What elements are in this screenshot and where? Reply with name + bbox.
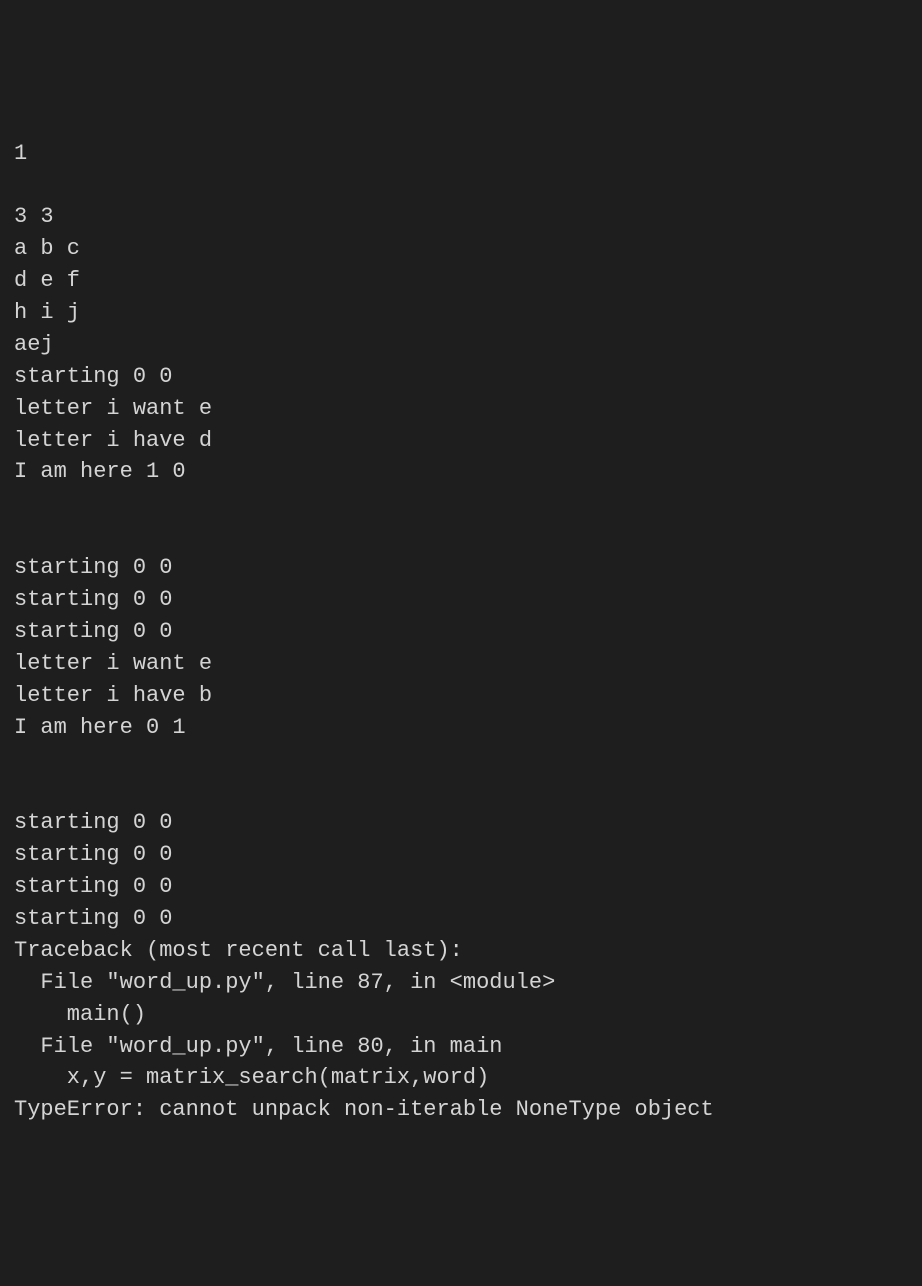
terminal-line: h i j xyxy=(14,297,908,329)
terminal-line: letter i have d xyxy=(14,425,908,457)
terminal-line: starting 0 0 xyxy=(14,584,908,616)
terminal-line: 1 xyxy=(14,138,908,170)
terminal-line xyxy=(14,169,908,201)
terminal-line: starting 0 0 xyxy=(14,361,908,393)
terminal-line: main() xyxy=(14,999,908,1031)
terminal-line xyxy=(14,488,908,520)
terminal-line: starting 0 0 xyxy=(14,807,908,839)
terminal-line xyxy=(14,775,908,807)
terminal-line: starting 0 0 xyxy=(14,616,908,648)
terminal-line xyxy=(14,743,908,775)
terminal-line: starting 0 0 xyxy=(14,903,908,935)
terminal-line xyxy=(14,520,908,552)
terminal-line: letter i want e xyxy=(14,393,908,425)
terminal-line: File "word_up.py", line 87, in <module> xyxy=(14,967,908,999)
terminal-line: starting 0 0 xyxy=(14,552,908,584)
terminal-line: Traceback (most recent call last): xyxy=(14,935,908,967)
terminal-line: letter i want e xyxy=(14,648,908,680)
terminal-line: File "word_up.py", line 80, in main xyxy=(14,1031,908,1063)
terminal-line: starting 0 0 xyxy=(14,839,908,871)
terminal-line: d e f xyxy=(14,265,908,297)
terminal-line: a b c xyxy=(14,233,908,265)
terminal-line: I am here 1 0 xyxy=(14,456,908,488)
terminal-line: TypeError: cannot unpack non-iterable No… xyxy=(14,1094,908,1126)
terminal-line: starting 0 0 xyxy=(14,871,908,903)
terminal-line: x,y = matrix_search(matrix,word) xyxy=(14,1062,908,1094)
terminal-line: 3 3 xyxy=(14,201,908,233)
terminal-line: letter i have b xyxy=(14,680,908,712)
terminal-line: I am here 0 1 xyxy=(14,712,908,744)
terminal-line: aej xyxy=(14,329,908,361)
terminal-output[interactable]: 13 3a b cd e fh i jaejstarting 0 0letter… xyxy=(14,138,908,1127)
